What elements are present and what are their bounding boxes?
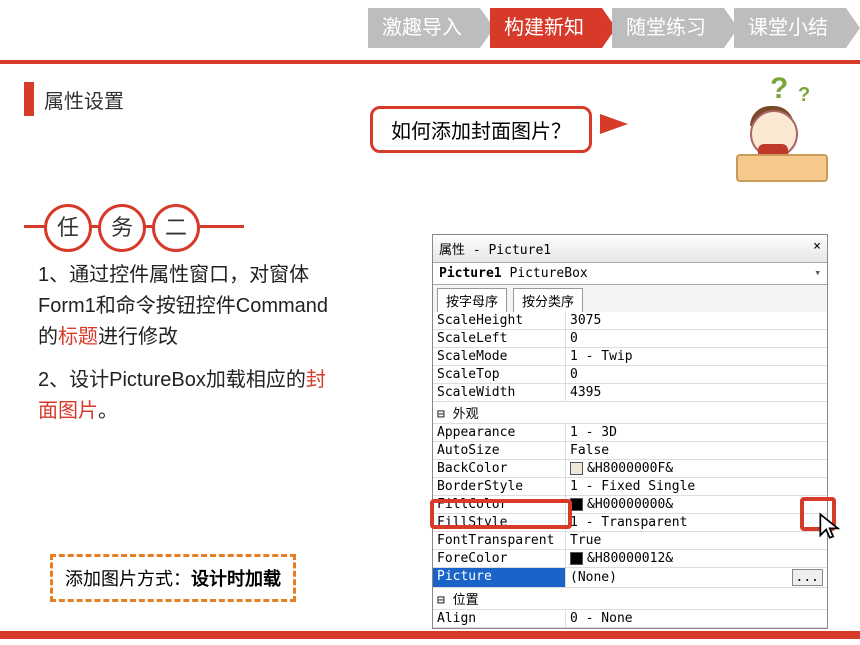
question-mark-icon: ? (770, 72, 788, 106)
properties-window: 属性 - Picture1 × Picture1 PictureBox ▾ 按字… (432, 234, 828, 629)
group-appearance[interactable]: ⊟ 外观 (433, 402, 827, 424)
task-description: 1、通过控件属性窗口，对窗体Form1和命令按钮控件Command的标题进行修改… (38, 260, 338, 427)
color-swatch-icon (570, 552, 583, 565)
sort-tabs: 按字母序 按分类序 (433, 285, 827, 312)
nav-tab-2[interactable]: 构建新知 (490, 8, 602, 48)
task-char-1: 任 (44, 204, 92, 252)
object-type: PictureBox (509, 266, 587, 281)
prop-row-picture[interactable]: Picture (None) ... (433, 568, 827, 588)
accent-bar (24, 82, 34, 116)
prop-row-align[interactable]: Align0 - None (433, 610, 827, 628)
note-label: 添加图片方式： (65, 569, 191, 589)
task-1-highlight: 标题 (58, 326, 98, 348)
prop-row-forecolor[interactable]: ForeColor&H80000012& (433, 550, 827, 568)
prop-row-scaletop[interactable]: ScaleTop0 (433, 366, 827, 384)
prop-row-autosize[interactable]: AutoSizeFalse (433, 442, 827, 460)
properties-grid: ScaleHeight3075 ScaleLeft0 ScaleMode1 - … (433, 312, 827, 628)
question-mark-icon: ? (798, 84, 810, 107)
note-box: 添加图片方式：设计时加载 (50, 554, 296, 602)
note-value: 设计时加载 (191, 569, 281, 589)
prop-row-backcolor[interactable]: BackColor&H8000000F& (433, 460, 827, 478)
object-selector[interactable]: Picture1 PictureBox ▾ (433, 263, 827, 285)
color-swatch-icon (570, 462, 583, 475)
group-position[interactable]: ⊟ 位置 (433, 588, 827, 610)
thinking-boy-illustration: ? ? (730, 76, 840, 186)
task-1-c: 进行修改 (98, 326, 178, 348)
nav-tab-1[interactable]: 激趣导入 (368, 8, 480, 48)
prop-row-scaleheight[interactable]: ScaleHeight3075 (433, 312, 827, 330)
task-2-c: 。 (98, 400, 118, 422)
callout-tail (600, 114, 628, 134)
prop-row-appearance[interactable]: Appearance1 - 3D (433, 424, 827, 442)
task-2-a: 2、设计PictureBox加载相应的 (38, 369, 306, 391)
tab-alphabetic[interactable]: 按字母序 (437, 288, 507, 312)
task-char-2: 务 (98, 204, 146, 252)
nav-tab-4[interactable]: 课堂小结 (734, 8, 846, 48)
prop-row-scalewidth[interactable]: ScaleWidth4395 (433, 384, 827, 402)
properties-title-text: 属性 - Picture1 (439, 239, 551, 258)
prop-row-fonttransparent[interactable]: FontTransparentTrue (433, 532, 827, 550)
tab-categorized[interactable]: 按分类序 (513, 288, 583, 312)
callout-bubble: 如何添加封面图片？ (370, 106, 592, 153)
prop-row-scalemode[interactable]: ScaleMode1 - Twip (433, 348, 827, 366)
close-icon[interactable]: × (813, 239, 821, 258)
picture-value: (None) (570, 570, 617, 585)
highlight-picture-key (430, 499, 572, 529)
divider-top (0, 60, 860, 64)
cursor-icon (818, 512, 846, 545)
prop-row-scaleleft[interactable]: ScaleLeft0 (433, 330, 827, 348)
properties-titlebar: 属性 - Picture1 × (433, 235, 827, 263)
divider-bottom (0, 631, 860, 639)
nav-tab-3[interactable]: 随堂练习 (612, 8, 724, 48)
task-char-3: 二 (152, 204, 200, 252)
top-nav: 激趣导入 构建新知 随堂练习 课堂小结 (0, 0, 860, 56)
object-name: Picture1 (439, 266, 502, 281)
ellipsis-button[interactable]: ... (792, 569, 823, 586)
prop-row-borderstyle[interactable]: BorderStyle1 - Fixed Single (433, 478, 827, 496)
task-badge: 任 务 二 (44, 204, 200, 252)
chevron-down-icon[interactable]: ▾ (814, 266, 821, 281)
section-title-text: 属性设置 (44, 85, 124, 114)
